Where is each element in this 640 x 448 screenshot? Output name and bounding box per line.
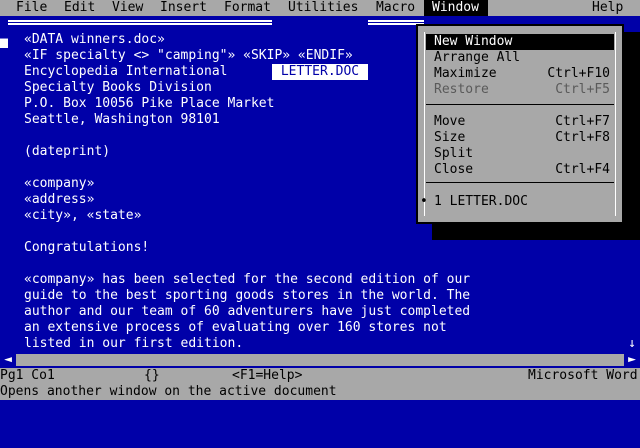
status-indicator: {} [144, 368, 160, 383]
menu-item-shortcut: Ctrl+F7 [555, 114, 610, 129]
menu-item-label: Arrange All [434, 50, 521, 65]
document-line: listed in our first edition. [24, 336, 244, 351]
menu-insert[interactable]: Insert [160, 0, 207, 16]
menu-item-arrange-all[interactable]: Arrange All [426, 50, 614, 66]
menu-item-shortcut: Ctrl+F5 [555, 82, 610, 97]
document-line: Congratulations! [24, 240, 150, 255]
menu-item-label: Split [434, 146, 474, 161]
menu-item-shortcut: Ctrl+F8 [555, 130, 610, 145]
scroll-left-arrow[interactable]: ◄ [0, 352, 16, 368]
menu-help[interactable]: Help [592, 0, 623, 16]
menu-item-new-window[interactable]: New Window [426, 34, 614, 50]
menu-item-shortcut: Ctrl+F4 [555, 162, 610, 177]
cursor-position: Pg1 Co1 [0, 368, 55, 383]
menu-item-label: Close [434, 162, 474, 177]
menu-item-move[interactable]: Move Ctrl+F7 [426, 114, 614, 130]
help-hint[interactable]: <F1=Help> [232, 368, 302, 384]
menu-item-shortcut: Ctrl+F10 [547, 66, 610, 81]
window-marker[interactable]: ▀ [0, 32, 8, 48]
document-line: «company» has been selected for the seco… [24, 272, 471, 287]
menu-utilities[interactable]: Utilities [288, 0, 358, 16]
message-line: Opens another window on the active docum… [0, 384, 640, 400]
app-name: Microsoft Word [528, 368, 638, 383]
menu-item-label: Restore [434, 82, 489, 97]
menu-item-maximize[interactable]: Maximize Ctrl+F10 [426, 66, 614, 82]
menu-item-label: Maximize [434, 66, 497, 81]
scroll-down-arrow[interactable]: ↓ [624, 336, 640, 352]
title-border-left [8, 20, 272, 25]
menu-item-size[interactable]: Size Ctrl+F8 [426, 130, 614, 146]
horizontal-scroll-bar[interactable]: ◄ ► [0, 352, 640, 368]
menu-format[interactable]: Format [224, 0, 271, 16]
document-line: guide to the best sporting goods stores … [24, 288, 471, 303]
menu-item-label: 1 LETTER.DOC [434, 194, 528, 209]
menu-file[interactable]: File [16, 0, 47, 16]
menu-separator [426, 104, 614, 105]
menu-item-restore: Restore Ctrl+F5 [426, 82, 614, 98]
document-line: author and our team of 60 adventurers ha… [24, 304, 471, 319]
document-line: an extensive process of evaluating over … [24, 320, 447, 335]
menu-separator [426, 182, 614, 183]
menu-bar: File Edit View Insert Format Utilities M… [0, 0, 640, 16]
menu-item-split[interactable]: Split [426, 146, 614, 162]
menu-edit[interactable]: Edit [64, 0, 95, 16]
menu-item-window-1[interactable]: 1 LETTER.DOC • [420, 194, 614, 210]
menu-view[interactable]: View [112, 0, 143, 16]
active-window-bullet: • [420, 194, 428, 209]
window-menu-dropdown: New Window Arrange All Maximize Ctrl+F10 Res… [416, 24, 624, 224]
menu-item-label: Move [434, 114, 466, 129]
scroll-track[interactable] [16, 354, 624, 366]
scroll-right-arrow[interactable]: ► [624, 352, 640, 368]
menu-window[interactable]: Window [424, 0, 488, 16]
menu-item-label: Size [434, 130, 466, 145]
menu-item-close[interactable]: Close Ctrl+F4 [426, 162, 614, 178]
menu-item-label: New Window [434, 34, 513, 49]
status-bar: Pg1 Co1 {} <F1=Help> Microsoft Word [0, 368, 640, 384]
menu-macro[interactable]: Macro [376, 0, 415, 16]
